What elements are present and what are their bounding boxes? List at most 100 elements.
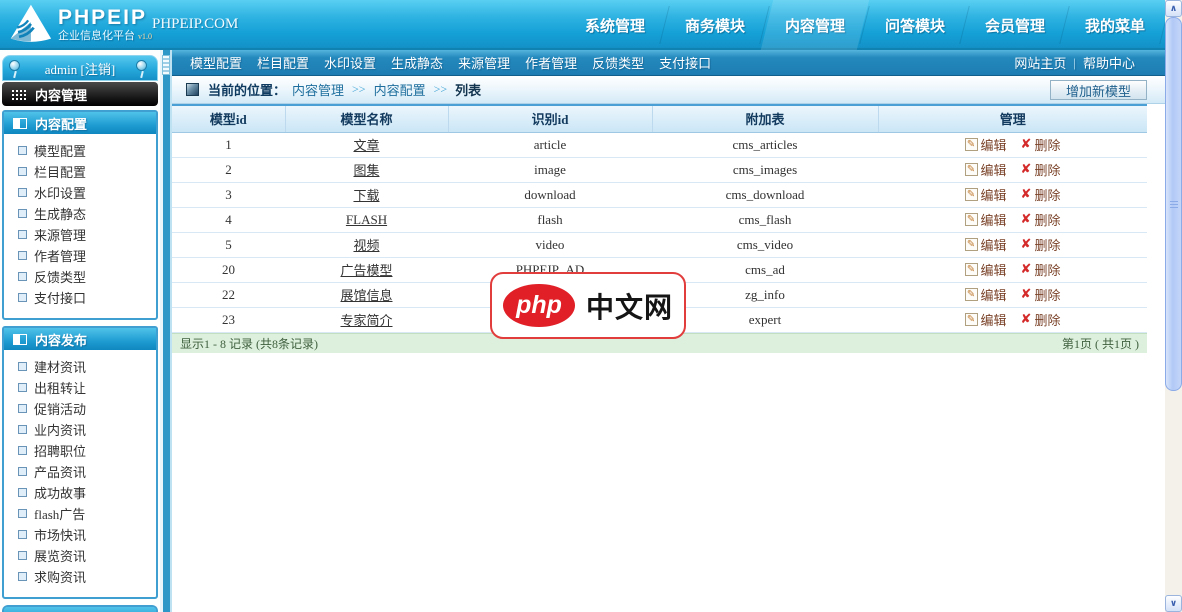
- edit-button[interactable]: ✎编辑: [965, 260, 1007, 279]
- sidebar-splitter[interactable]: [160, 50, 172, 612]
- sidebar-item-success-story[interactable]: 成功故事: [18, 482, 156, 503]
- col-header-manage: 管理: [878, 105, 1147, 132]
- delete-button[interactable]: ✘删除: [1021, 135, 1061, 154]
- nav-item-my-menu[interactable]: 我的菜单: [1065, 0, 1165, 50]
- toolbar-item-model-config[interactable]: 模型配置: [190, 53, 242, 72]
- nav-item-business[interactable]: 商务模块: [665, 0, 765, 50]
- sidebar-item-building-news[interactable]: 建材资讯: [18, 356, 156, 377]
- sidebar-item-purchase-news[interactable]: 求购资讯: [18, 566, 156, 587]
- section-header-content-publish[interactable]: 内容发布: [4, 328, 156, 350]
- cell-actions: ✎编辑 ✘删除: [878, 307, 1147, 332]
- sidebar-item-payment-api[interactable]: 支付接口: [18, 287, 156, 308]
- sidebar-item-feedback-type[interactable]: 反馈类型: [18, 266, 156, 287]
- model-name-link[interactable]: 文章: [353, 138, 379, 153]
- cell-extra-table: cms_flash: [652, 207, 878, 232]
- sidebar-item-author-mgmt[interactable]: 作者管理: [18, 245, 156, 266]
- delete-button[interactable]: ✘删除: [1021, 310, 1061, 329]
- col-header-extra-table: 附加表: [652, 105, 878, 132]
- sidebar-panel-topics: 专题: [2, 605, 158, 612]
- sidebar-item-flash-ads[interactable]: flash广告: [18, 503, 156, 524]
- model-name-link[interactable]: 视频: [353, 238, 379, 253]
- edit-button[interactable]: ✎编辑: [965, 235, 1007, 254]
- sidebar-item-model-config[interactable]: 模型配置: [18, 140, 156, 161]
- scrollbar-thumb[interactable]: [1165, 17, 1182, 391]
- scroll-up-icon[interactable]: ∧: [1165, 0, 1182, 17]
- cell-model-id: 1: [172, 132, 285, 157]
- splitter-grip-icon[interactable]: [162, 55, 170, 75]
- scroll-down-icon[interactable]: ∨: [1165, 595, 1182, 612]
- vertical-scrollbar[interactable]: ∧ ∨: [1165, 0, 1182, 612]
- model-name-link[interactable]: 展馆信息: [340, 288, 392, 303]
- edit-button[interactable]: ✎编辑: [965, 185, 1007, 204]
- pin-icon[interactable]: [9, 60, 20, 71]
- help-center-link[interactable]: 帮助中心: [1083, 53, 1135, 72]
- sidebar-item-promotions[interactable]: 促销活动: [18, 398, 156, 419]
- toolbar-item-static-gen[interactable]: 生成静态: [391, 53, 443, 72]
- edit-button[interactable]: ✎编辑: [965, 135, 1007, 154]
- page-icon: [18, 467, 27, 476]
- toolbar-item-column-config[interactable]: 栏目配置: [257, 53, 309, 72]
- logout-link[interactable]: [注销]: [81, 62, 116, 77]
- add-new-model-button[interactable]: 增加新模型: [1050, 80, 1147, 100]
- model-name-link[interactable]: 图集: [353, 163, 379, 178]
- edit-button[interactable]: ✎编辑: [965, 310, 1007, 329]
- cell-model-name: FLASH: [285, 207, 448, 232]
- delete-button[interactable]: ✘删除: [1021, 185, 1061, 204]
- edit-button[interactable]: ✎编辑: [965, 285, 1007, 304]
- sidebar-item-jobs[interactable]: 招聘职位: [18, 440, 156, 461]
- toolbar-item-payment-api[interactable]: 支付接口: [659, 53, 711, 72]
- toolbar-item-source-mgmt[interactable]: 来源管理: [458, 53, 510, 72]
- nav-item-members[interactable]: 会员管理: [965, 0, 1065, 50]
- sidebar-item-column-config[interactable]: 栏目配置: [18, 161, 156, 182]
- section-header-content-config[interactable]: 内容配置: [4, 112, 156, 134]
- toolbar-item-author-mgmt[interactable]: 作者管理: [525, 53, 577, 72]
- delete-button[interactable]: ✘删除: [1021, 285, 1061, 304]
- sidebar-item-rent-transfer[interactable]: 出租转让: [18, 377, 156, 398]
- toolbar-item-watermark[interactable]: 水印设置: [324, 53, 376, 72]
- submenu-toolbar: 模型配置 栏目配置 水印设置 生成静态 来源管理 作者管理 反馈类型 支付接口 …: [172, 50, 1165, 76]
- cell-model-name: 专家简介: [285, 307, 448, 332]
- table-row: 2 图集 image cms_images ✎编辑 ✘删除: [172, 157, 1147, 182]
- sidebar-item-market-news[interactable]: 市场快讯: [18, 524, 156, 545]
- delete-x-icon: ✘: [1021, 313, 1032, 326]
- delete-button[interactable]: ✘删除: [1021, 210, 1061, 229]
- model-name-link[interactable]: 广告模型: [340, 263, 392, 278]
- cell-identifier: article: [448, 132, 652, 157]
- cell-actions: ✎编辑 ✘删除: [878, 232, 1147, 257]
- sidebar: admin [注销] 内容管理 内容配置 模型配置 栏目配置 水印设置 生成静态…: [0, 50, 160, 612]
- page-icon: [18, 551, 27, 560]
- edit-pencil-icon: ✎: [965, 313, 978, 326]
- logo: PHPEIP 企业信息化平台v1.0: [8, 3, 152, 45]
- sidebar-item-exhibition-news[interactable]: 展览资讯: [18, 545, 156, 566]
- nav-item-content[interactable]: 内容管理: [765, 0, 865, 50]
- breadcrumb-content-config[interactable]: 内容配置: [374, 80, 426, 99]
- page-icon: [18, 425, 27, 434]
- delete-x-icon: ✘: [1021, 138, 1032, 151]
- model-name-link[interactable]: FLASH: [346, 212, 387, 227]
- delete-button[interactable]: ✘删除: [1021, 235, 1061, 254]
- nav-item-system[interactable]: 系统管理: [565, 0, 665, 50]
- sidebar-item-static-gen[interactable]: 生成静态: [18, 203, 156, 224]
- sidebar-item-watermark[interactable]: 水印设置: [18, 182, 156, 203]
- sidebar-item-source-mgmt[interactable]: 来源管理: [18, 224, 156, 245]
- page-icon: [18, 272, 27, 281]
- grid-icon: [12, 90, 14, 92]
- delete-button[interactable]: ✘删除: [1021, 260, 1061, 279]
- model-name-link[interactable]: 下载: [353, 188, 379, 203]
- nav-item-qa[interactable]: 问答模块: [865, 0, 965, 50]
- delete-button[interactable]: ✘删除: [1021, 160, 1061, 179]
- section-header-topics[interactable]: 专题: [4, 607, 156, 612]
- sidebar-item-product-news[interactable]: 产品资讯: [18, 461, 156, 482]
- edit-button[interactable]: ✎编辑: [965, 210, 1007, 229]
- sidebar-item-industry-news[interactable]: 业内资讯: [18, 419, 156, 440]
- toolbar-item-feedback-type[interactable]: 反馈类型: [592, 53, 644, 72]
- pin-icon[interactable]: [136, 60, 147, 71]
- edit-button[interactable]: ✎编辑: [965, 160, 1007, 179]
- delete-x-icon: ✘: [1021, 188, 1032, 201]
- page-icon: [18, 530, 27, 539]
- site-home-link[interactable]: 网站主页: [1014, 53, 1066, 72]
- delete-x-icon: ✘: [1021, 238, 1032, 251]
- edit-pencil-icon: ✎: [965, 188, 978, 201]
- breadcrumb-content-mgmt[interactable]: 内容管理: [292, 80, 344, 99]
- model-name-link[interactable]: 专家简介: [340, 313, 392, 328]
